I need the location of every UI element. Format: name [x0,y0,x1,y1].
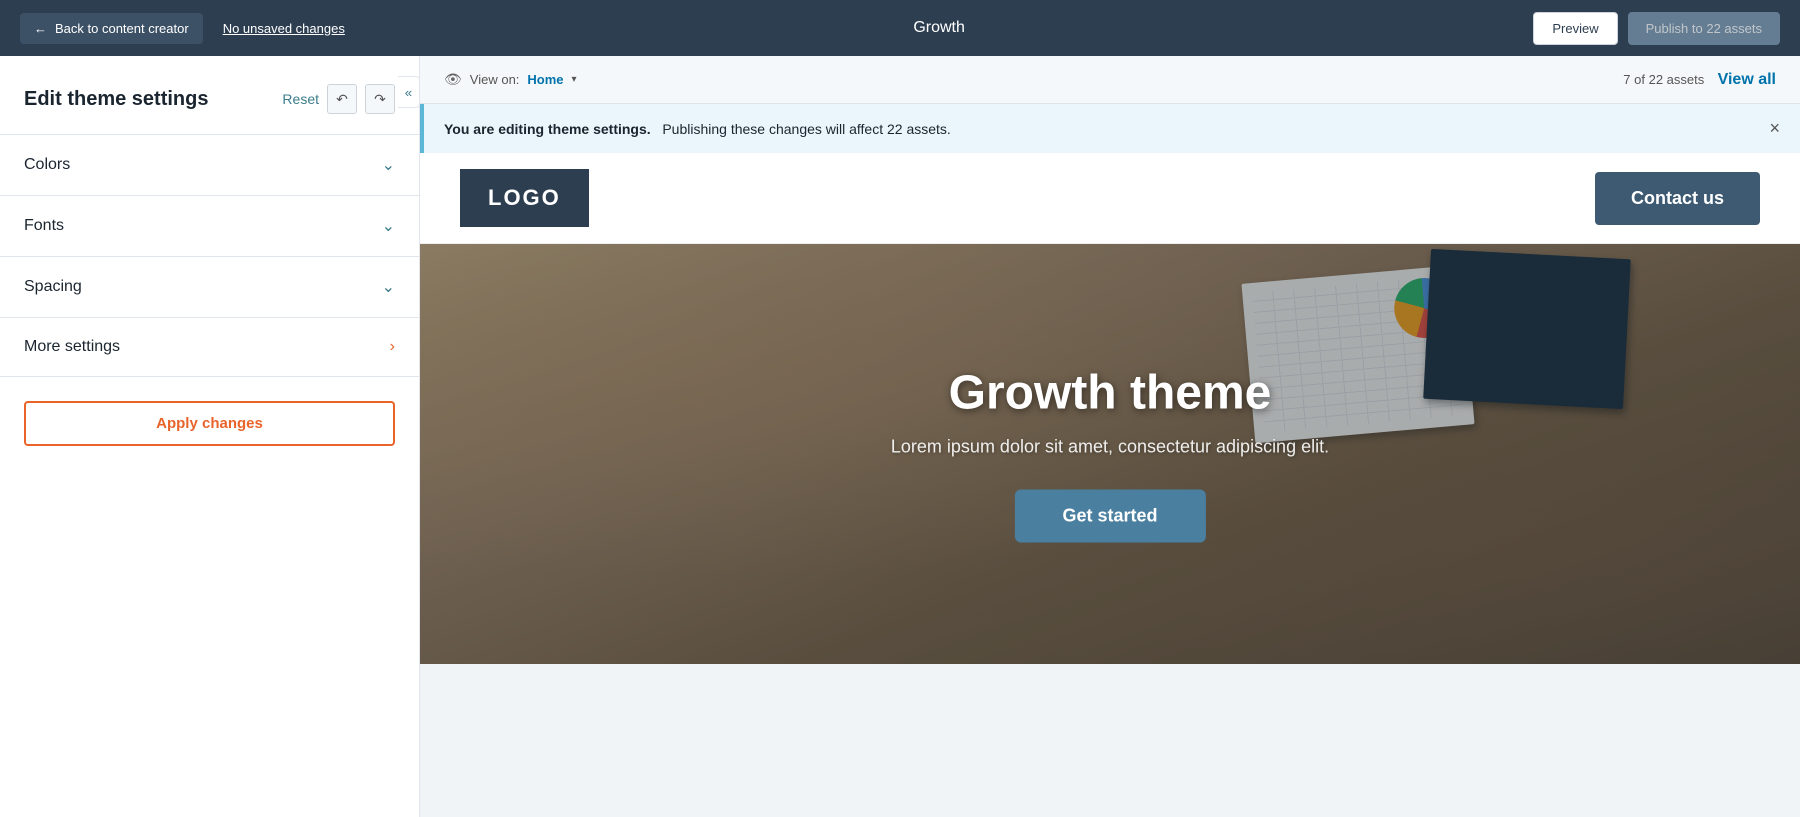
section-label-more-settings: More settings [24,338,120,356]
section-label-fonts: Fonts [24,217,64,235]
main-layout: « Edit theme settings Reset ↶ ↷ Colors ⌄ [0,56,1800,817]
page-title: Growth [913,19,965,37]
top-bar-left: ← Back to content creator No unsaved cha… [20,13,345,44]
sidebar-item-more-settings[interactable]: More settings › [0,318,419,377]
top-bar-right: Preview Publish to 22 assets [1533,12,1780,45]
preview-wrapper: LOGO Contact us Growth theme Lorem ipsum… [420,153,1800,664]
get-started-button[interactable]: Get started [1014,490,1205,543]
preview-button[interactable]: Preview [1533,12,1617,45]
view-on-group: 👁 View on: Home ▾ [444,71,577,88]
sidebar-title-row: Edit theme settings Reset ↶ ↷ [24,84,395,114]
chevron-down-icon-colors: ⌄ [382,155,395,175]
view-on-label: View on: [470,72,520,87]
back-button-label: Back to content creator [55,21,189,36]
undo-icon: ↶ [336,91,348,108]
chevron-down-icon-fonts: ⌄ [382,216,395,236]
back-arrow-icon: ← [34,21,47,36]
sidebar: « Edit theme settings Reset ↶ ↷ Colors ⌄ [0,56,420,817]
eye-icon: 👁 [444,71,462,88]
alert-bold-text: You are editing theme settings. [444,121,651,137]
logo-block: LOGO [460,169,589,227]
reset-button[interactable]: Reset [282,91,319,107]
assets-info-group: 7 of 22 assets View all [1623,71,1776,89]
sidebar-item-fonts[interactable]: Fonts ⌄ [0,196,419,257]
collapse-icon: « [405,85,412,100]
undo-button[interactable]: ↶ [327,84,357,114]
page-dropdown-arrow[interactable]: ▾ [572,74,577,85]
sidebar-item-colors[interactable]: Colors ⌄ [0,135,419,196]
hero-subtitle: Lorem ipsum dolor sit amet, consectetur … [891,437,1329,458]
section-label-colors: Colors [24,156,70,174]
sidebar-collapse-button[interactable]: « [398,76,420,108]
alert-text: You are editing theme settings. Publishi… [444,121,951,137]
sidebar-title: Edit theme settings [24,88,208,111]
alert-close-button[interactable]: × [1769,118,1780,139]
redo-icon: ↷ [374,91,386,108]
redo-button[interactable]: ↷ [365,84,395,114]
chevron-down-icon-spacing: ⌄ [382,277,395,297]
hero-section: Growth theme Lorem ipsum dolor sit amet,… [420,244,1800,664]
contact-us-button[interactable]: Contact us [1595,172,1760,225]
chevron-right-icon-more-settings: › [390,338,395,356]
content-area: 👁 View on: Home ▾ 7 of 22 assets View al… [420,56,1800,817]
unsaved-changes-link[interactable]: No unsaved changes [223,21,345,36]
alert-body-text: Publishing these changes will affect 22 … [662,121,950,137]
assets-count: 7 of 22 assets [1623,72,1704,87]
sub-header: 👁 View on: Home ▾ 7 of 22 assets View al… [420,56,1800,104]
preview-nav: LOGO Contact us [420,153,1800,244]
view-on-page-link[interactable]: Home [527,72,563,87]
section-label-spacing: Spacing [24,278,82,296]
alert-banner: You are editing theme settings. Publishi… [420,104,1800,153]
hero-title: Growth theme [891,366,1329,421]
back-to-content-creator-button[interactable]: ← Back to content creator [20,13,203,44]
sidebar-header: Edit theme settings Reset ↶ ↷ [0,56,419,135]
apply-changes-button[interactable]: Apply changes [24,401,395,446]
hero-content: Growth theme Lorem ipsum dolor sit amet,… [891,366,1329,543]
top-bar: ← Back to content creator No unsaved cha… [0,0,1800,56]
view-all-link[interactable]: View all [1718,71,1776,88]
publish-button[interactable]: Publish to 22 assets [1628,12,1780,45]
reset-area: Reset ↶ ↷ [282,84,395,114]
sidebar-item-spacing[interactable]: Spacing ⌄ [0,257,419,318]
